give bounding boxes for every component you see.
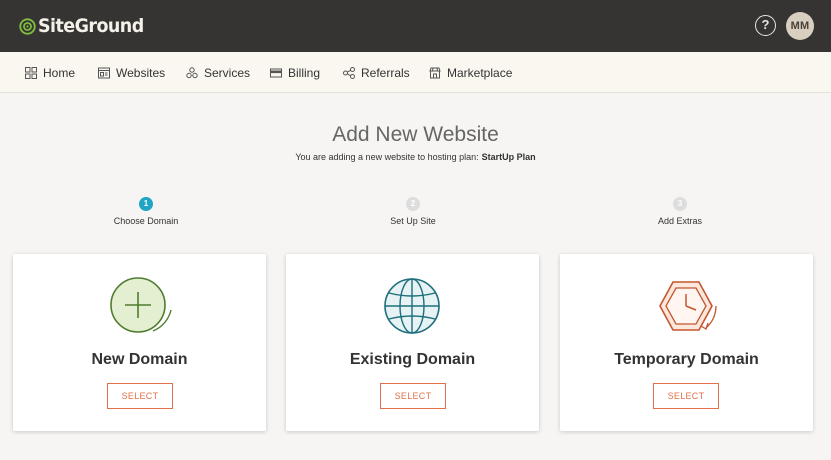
page-title: Add New Website — [332, 123, 499, 146]
select-new-domain-button[interactable]: SELECT — [107, 383, 173, 409]
step-choose-domain: 1 Choose Domain — [66, 193, 226, 226]
top-bar: SiteGround ? MM — [0, 0, 831, 52]
card-icon — [270, 68, 282, 77]
plan-name: StartUp Plan — [481, 152, 536, 162]
nav-item-home[interactable]: Home — [25, 52, 75, 93]
step-number: 3 — [673, 197, 687, 211]
share-icon — [343, 66, 355, 79]
globe-icon — [384, 278, 440, 334]
nav-label: Websites — [116, 65, 166, 80]
logo-text: SiteGround — [38, 15, 144, 37]
nav-label: Services — [204, 65, 251, 80]
step-label: Set Up Site — [390, 216, 436, 226]
select-temporary-domain-button[interactable]: SELECT — [653, 383, 719, 409]
card-title: Temporary Domain — [614, 351, 759, 368]
step-number: 1 — [139, 197, 153, 211]
main-nav: Home Websites Services Billing Referrals… — [0, 52, 831, 93]
card-title: New Domain — [91, 351, 188, 368]
subtitle-text: You are adding a new website to hosting … — [295, 152, 479, 162]
step-label: Choose Domain — [113, 216, 179, 226]
grid-icon — [25, 66, 37, 79]
nav-item-websites[interactable]: Websites — [98, 52, 165, 93]
services-icon — [186, 66, 198, 78]
step-label: Add Extras — [657, 216, 703, 226]
nav-item-marketplace[interactable]: Marketplace — [429, 52, 512, 93]
nav-item-billing[interactable]: Billing — [270, 52, 320, 93]
step-set-up-site: 2 Set Up Site — [333, 193, 493, 226]
card-title: Existing Domain — [349, 351, 476, 368]
step-add-extras: 3 Add Extras — [600, 193, 760, 226]
card-temporary-domain[interactable]: Temporary Domain SELECT — [560, 254, 813, 431]
nav-item-referrals[interactable]: Referrals — [343, 52, 410, 93]
page-subtitle: You are adding a new website to hosting … — [0, 152, 831, 162]
user-avatar[interactable]: MM — [786, 12, 814, 40]
siteground-logo[interactable]: SiteGround — [19, 13, 153, 39]
plus-circle-icon — [110, 277, 172, 333]
nav-label: Marketplace — [447, 65, 513, 80]
nav-label: Billing — [288, 65, 321, 80]
card-existing-domain[interactable]: Existing Domain SELECT — [286, 254, 539, 431]
help-icon[interactable]: ? — [755, 15, 776, 36]
card-new-domain[interactable]: New Domain SELECT — [13, 254, 266, 431]
select-existing-domain-button[interactable]: SELECT — [380, 383, 446, 409]
nav-item-services[interactable]: Services — [186, 52, 250, 93]
window-icon — [98, 67, 110, 78]
step-number: 2 — [406, 197, 420, 211]
nav-label: Referrals — [361, 65, 410, 80]
store-icon — [429, 67, 441, 78]
nav-label: Home — [43, 65, 76, 80]
clock-hexagon-icon — [659, 281, 717, 331]
logo-swirl-icon — [19, 17, 36, 35]
